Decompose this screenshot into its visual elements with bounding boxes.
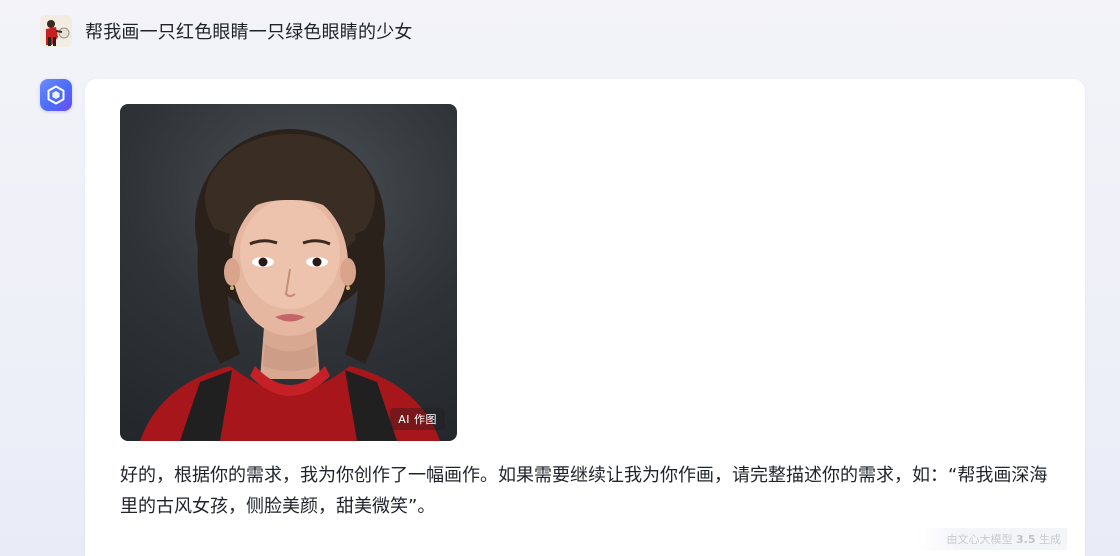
model-attribution-prefix: 由文心大模型 [946,533,1016,546]
user-message-row: 帮我画一只红色眼睛一只绿色眼睛的少女 [40,14,413,48]
user-message-text: 帮我画一只红色眼睛一只绿色眼睛的少女 [85,22,413,43]
generated-portrait-image[interactable]: AI 作图 [120,104,457,441]
ai-image-badge: AI 作图 [390,408,445,430]
model-attribution-suffix: 生成 [1035,533,1061,546]
model-version: 3.5 [1016,533,1036,546]
user-avatar-icon[interactable] [40,15,72,47]
bot-reply-text: 好的，根据你的需求，我为你创作了一幅画作。如果需要继续让我为你作画，请完整描述你… [120,465,1048,517]
ernie-bot-logo-icon [40,79,72,111]
model-attribution: 由文心大模型 3.5 生成 [916,528,1067,550]
bot-response-card: AI 作图 好的，根据你的需求，我为你创作了一幅画作。如果需要继续让我为你作画，… [85,79,1085,556]
